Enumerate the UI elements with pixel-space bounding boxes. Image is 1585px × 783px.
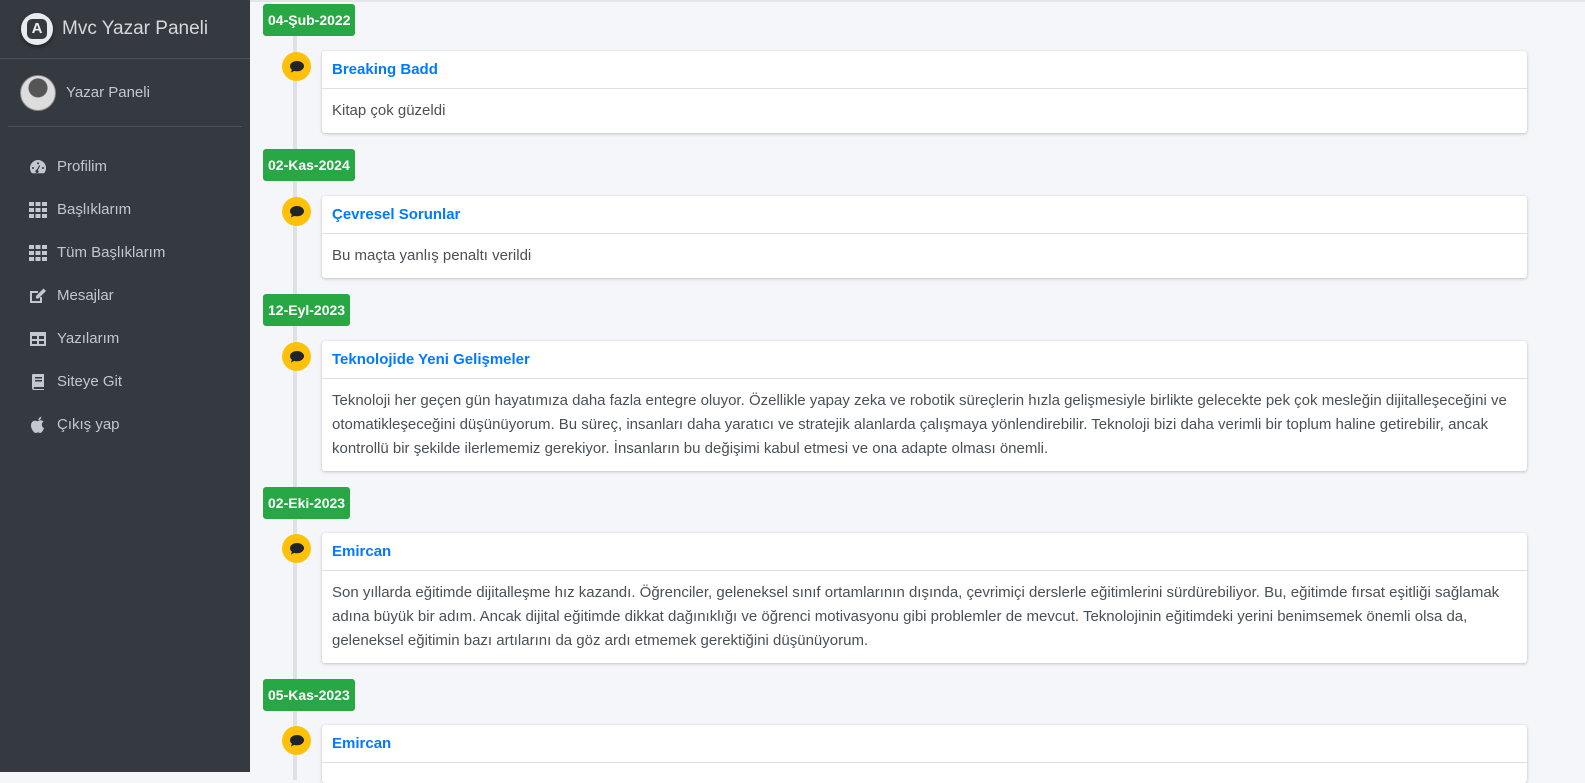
brand-link[interactable]: A Mvc Yazar Paneli bbox=[0, 0, 250, 59]
sidebar-nav: Profilim Başlıklarım Tüm Başlıklarım Mes… bbox=[0, 127, 250, 446]
sidebar-item-basliklarim[interactable]: Başlıklarım bbox=[0, 188, 250, 231]
timeline-item: Breaking Badd Kitap çok güzeldi bbox=[322, 51, 1527, 133]
timeline-item-body: Teknoloji her geçen gün hayatımıza daha … bbox=[332, 392, 1507, 457]
timeline-item-body: Bu maçta yanlış penaltı verildi bbox=[332, 247, 532, 264]
book-icon bbox=[28, 373, 48, 391]
time-label: 05-Kas-2023 bbox=[263, 679, 355, 711]
sidebar-item-label: Çıkış yap bbox=[57, 416, 120, 433]
sidebar-item-label: Tüm Başlıklarım bbox=[57, 244, 166, 261]
user-panel: Yazar Paneli bbox=[8, 59, 242, 127]
timeline-item: Teknolojide Yeni Gelişmeler Teknoloji he… bbox=[322, 341, 1527, 471]
apple-icon bbox=[28, 416, 48, 434]
comment-icon bbox=[282, 52, 311, 81]
timeline-item-title[interactable]: Teknolojide Yeni Gelişmeler bbox=[322, 341, 1527, 379]
timeline-item: Emircan bbox=[322, 725, 1527, 783]
comment-icon bbox=[282, 726, 311, 755]
time-label: 12-Eyl-2023 bbox=[263, 294, 351, 326]
timeline-item: Emircan Son yıllarda eğitimde dijitalleş… bbox=[322, 533, 1527, 663]
timeline-item-title[interactable]: Breaking Badd bbox=[322, 51, 1527, 89]
timeline-item-body: Kitap çok güzeldi bbox=[332, 102, 446, 119]
sidebar-item-siteye-git[interactable]: Siteye Git bbox=[0, 360, 250, 403]
sidebar: A Mvc Yazar Paneli Yazar Paneli Profilim… bbox=[0, 0, 250, 772]
sidebar-item-tum-basliklarim[interactable]: Tüm Başlıklarım bbox=[0, 231, 250, 274]
timeline-item-title[interactable]: Emircan bbox=[322, 725, 1527, 763]
grid-icon bbox=[28, 244, 48, 262]
brand-logo: A bbox=[21, 13, 53, 45]
sidebar-item-label: Profilim bbox=[57, 158, 108, 175]
edit-icon bbox=[28, 287, 48, 305]
sidebar-item-label: Siteye Git bbox=[57, 373, 123, 390]
sidebar-item-yazilarim[interactable]: Yazılarım bbox=[0, 317, 250, 360]
timeline-item: Çevresel Sorunlar Bu maçta yanlış penalt… bbox=[322, 196, 1527, 278]
top-divider bbox=[250, 0, 1585, 2]
sidebar-item-label: Yazılarım bbox=[57, 330, 120, 347]
time-label: 02-Eki-2023 bbox=[263, 487, 351, 519]
grid-icon bbox=[28, 201, 48, 219]
sidebar-item-mesajlar[interactable]: Mesajlar bbox=[0, 274, 250, 317]
sidebar-item-profilim[interactable]: Profilim bbox=[0, 145, 250, 188]
time-label: 02-Kas-2024 bbox=[263, 149, 355, 181]
sidebar-item-label: Mesajlar bbox=[57, 287, 114, 304]
sidebar-item-cikis-yap[interactable]: Çıkış yap bbox=[0, 403, 250, 446]
timeline-item-title[interactable]: Çevresel Sorunlar bbox=[322, 196, 1527, 234]
comment-icon bbox=[282, 197, 311, 226]
table-icon bbox=[28, 330, 48, 348]
timeline-item-body: Son yıllarda eğitimde dijitalleşme hız k… bbox=[332, 584, 1500, 649]
user-name[interactable]: Yazar Paneli bbox=[66, 84, 150, 101]
brand-title[interactable]: Mvc Yazar Paneli bbox=[62, 18, 208, 40]
tachometer-icon bbox=[28, 158, 48, 176]
main-content: 04-Şub-2022 Breaking Badd Kitap çok güze… bbox=[250, 0, 1585, 783]
comment-icon bbox=[282, 534, 311, 563]
timeline-item-body bbox=[322, 763, 1527, 783]
comment-icon bbox=[282, 342, 311, 371]
sidebar-item-label: Başlıklarım bbox=[57, 201, 132, 218]
timeline-line bbox=[293, 20, 297, 780]
brand-logo-letter: A bbox=[27, 19, 47, 39]
avatar[interactable] bbox=[20, 74, 56, 111]
timeline-item-title[interactable]: Emircan bbox=[322, 533, 1527, 571]
time-label: 04-Şub-2022 bbox=[263, 4, 356, 36]
